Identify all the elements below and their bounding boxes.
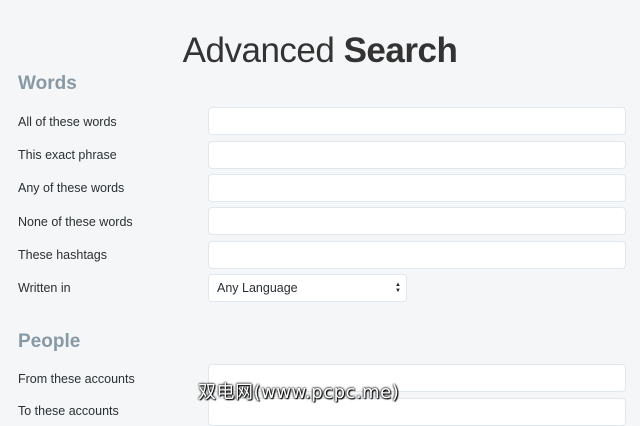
label-none-words: None of these words [18, 215, 133, 229]
section-heading-people: People [18, 331, 81, 352]
language-select-value: Any Language [217, 281, 298, 295]
label-any-words: Any of these words [18, 181, 125, 195]
section-heading-words: Words [18, 73, 77, 94]
label-from-accounts: From these accounts [18, 372, 135, 386]
select-arrows-icon: ▲ ▼ [395, 282, 401, 294]
label-hashtags: These hashtags [18, 248, 107, 262]
hashtags-input[interactable] [208, 241, 626, 269]
watermark: 双电网(www.pcpc.me) [198, 382, 400, 403]
any-words-input[interactable] [208, 174, 626, 202]
language-select[interactable]: Any Language ▲ ▼ [208, 274, 407, 302]
label-to-accounts: To these accounts [18, 404, 119, 418]
label-written-in: Written in [18, 281, 71, 295]
all-words-input[interactable] [208, 107, 626, 135]
page-title-bold: Search [343, 31, 458, 71]
page-title-light: Advanced [182, 31, 335, 71]
page-title: Advanced Search [0, 31, 640, 71]
label-exact-phrase: This exact phrase [18, 148, 117, 162]
exact-phrase-input[interactable] [208, 141, 626, 169]
label-all-words: All of these words [18, 115, 117, 129]
none-words-input[interactable] [208, 207, 626, 235]
